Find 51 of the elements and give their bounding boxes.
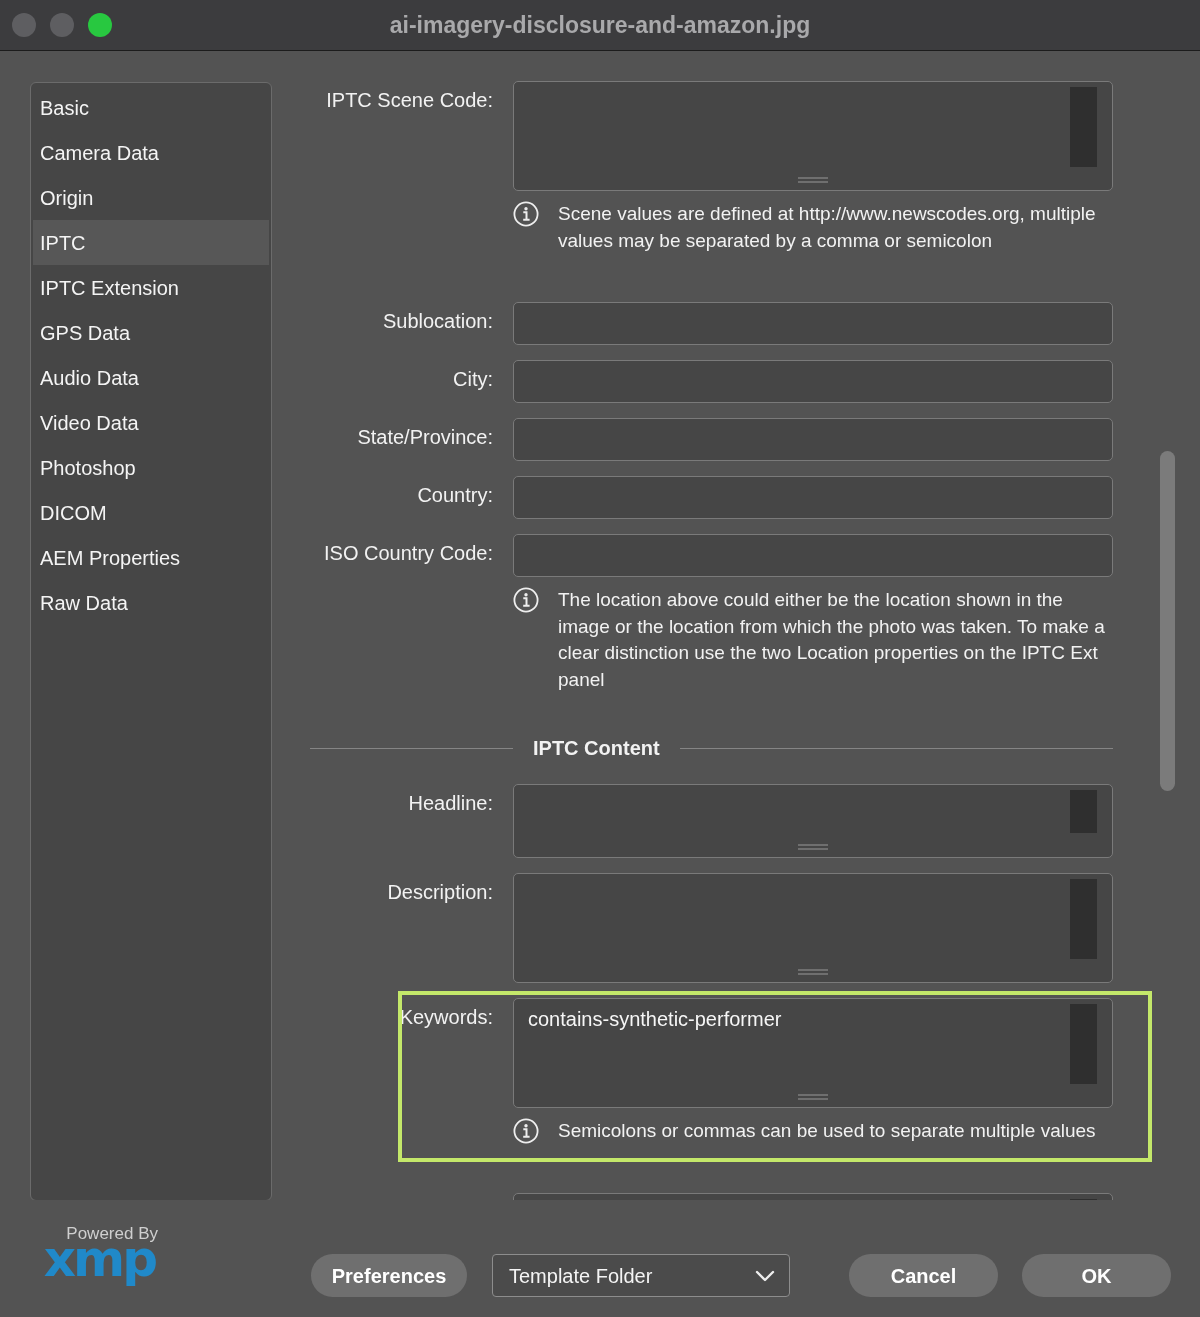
cancel-button[interactable]: Cancel [849,1254,998,1297]
field-label: Keywords: [399,1006,493,1028]
info-icon [513,587,539,613]
sidebar-item[interactable]: IPTC Extension [33,265,269,310]
powered-by-text: Powered By [66,1224,158,1244]
sidebar-item[interactable]: Photoshop [33,445,269,490]
field-label: Sublocation: [382,310,493,332]
info-icon [513,201,539,227]
sidebar-item[interactable]: DICOM [33,490,269,535]
resize-grip-icon [798,844,828,850]
resize-grip-icon [798,177,828,183]
help-text: Scene values are defined at http://www.newscodes.org, multiple values may be separated by a comma or semicolon [558,202,1097,253]
field-label: City: [453,368,493,390]
resize-grip-icon [798,1094,828,1100]
text-area[interactable] [513,784,1113,858]
field-label: State/Province: [357,426,493,448]
sidebar-item[interactable]: Camera Data [33,130,269,175]
text-input[interactable] [513,534,1113,577]
text-area[interactable] [513,873,1113,983]
scrollbar-thumb[interactable] [1160,451,1175,791]
sidebar-item[interactable]: Basic [33,85,269,130]
zoom-button[interactable] [88,13,112,37]
sidebar-item[interactable]: AEM Properties [33,535,269,580]
text-area[interactable] [513,81,1113,191]
text-input[interactable] [513,302,1113,345]
sidebar-item[interactable]: Audio Data [33,355,269,400]
text-input[interactable] [513,418,1113,461]
sidebar-item[interactable]: GPS Data [33,310,269,355]
ok-button[interactable]: OK [1022,1254,1171,1297]
chevron-down-icon [755,1269,775,1282]
sidebar-item[interactable]: Raw Data [33,580,269,625]
sidebar-item[interactable]: Origin [33,175,269,220]
info-icon [513,1118,539,1144]
field-label: Country: [417,484,493,506]
preferences-button[interactable]: Preferences [311,1254,467,1297]
help-text: The location above could either be the location shown in the image or the location from which the photo was taken. To make a clear distinction use the two Location properties on the IPTC Ext panel [558,588,1106,692]
template-dropdown[interactable]: Template Folder [492,1254,790,1297]
field-label: IPTC Scene Code: [326,89,493,111]
field-label: ISO Country Code: [324,542,493,564]
text-input[interactable] [513,360,1113,403]
resize-grip-icon [798,969,828,975]
field-label: Description: [387,881,493,903]
text-area[interactable]: contains-synthetic-performer [513,998,1113,1108]
logo: xmp [43,1244,156,1290]
help-text: Semicolons or commas can be used to separate multiple values [558,1119,1096,1143]
text-input[interactable] [513,476,1113,519]
sidebar-item[interactable]: Video Data [33,400,269,445]
window-title: ai-imagery-disclosure-and-amazon.jpg [389,10,811,40]
sidebar-item[interactable]: IPTC [33,220,269,265]
field-label: Headline: [408,792,493,814]
section-heading: IPTC Content [532,736,661,760]
